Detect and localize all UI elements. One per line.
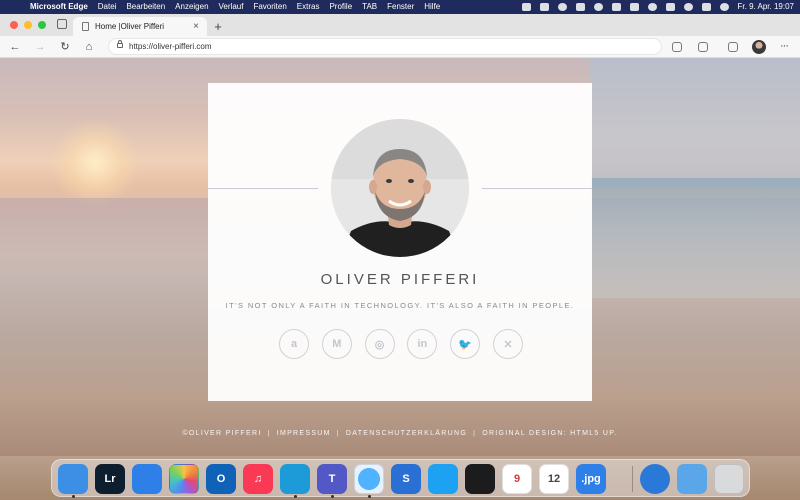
menu-hilfe[interactable]: Hilfe <box>424 0 440 14</box>
user-icon[interactable] <box>665 3 675 11</box>
dock-outlook-icon[interactable]: O <box>206 464 236 494</box>
menu-bearbeiten[interactable]: Bearbeiten <box>126 0 165 14</box>
twitter-icon[interactable]: 🐦 <box>450 329 481 359</box>
menu-extras[interactable]: Extras <box>297 0 320 14</box>
divider-line <box>208 188 318 189</box>
more-menu-icon[interactable]: ··· <box>776 39 792 55</box>
dock-music-icon[interactable]: ♫ <box>243 464 273 494</box>
profile-tagline: It's not only a faith in technology. It'… <box>225 301 575 310</box>
dock-downloads-icon[interactable] <box>677 464 707 494</box>
footer-design-link[interactable]: ORIGINAL DESIGN: HTML5 UP. <box>482 430 617 437</box>
dock-running-indicator <box>331 495 334 498</box>
dock-running-indicator <box>72 495 75 498</box>
dock-tes-icon[interactable] <box>465 464 495 494</box>
menu-verlauf[interactable]: Verlauf <box>219 0 244 14</box>
status-app-icon[interactable] <box>611 3 621 11</box>
profile-name: OLIVER PIFFERI <box>320 271 480 288</box>
xing-icon[interactable]: ✕ <box>492 329 523 359</box>
dock-globe-icon[interactable] <box>640 464 670 494</box>
browser-toolbar: ← → ↻ ⌂ https://oliver-pifferi.com ··· <box>0 36 800 58</box>
add-favorite-icon[interactable] <box>672 42 682 52</box>
dock-photos-icon[interactable] <box>169 464 199 494</box>
menu-clock[interactable]: Fr. 9. Apr. 19:07 <box>738 0 794 14</box>
address-url[interactable]: https://oliver-pifferi.com <box>129 39 212 54</box>
dock-teams-icon[interactable]: T <box>317 464 347 494</box>
footer-impressum-link[interactable]: IMPRESSUM <box>277 430 331 437</box>
footer-datenschutz-link[interactable]: DATENSCHUTZERKLÄRUNG <box>346 430 467 437</box>
dock-edge-icon[interactable] <box>280 464 310 494</box>
page-icon <box>82 22 89 31</box>
clock-icon[interactable] <box>647 3 657 11</box>
profile-photo <box>331 119 469 257</box>
dock-running-indicator <box>368 495 371 498</box>
desktop-bottom: Lr O ♫ T S 9 12 .jpg <box>0 456 800 500</box>
profile-avatar[interactable] <box>752 40 766 54</box>
divider-line <box>482 188 592 189</box>
dock-lightroom-icon[interactable]: Lr <box>95 464 125 494</box>
window-controls <box>10 21 46 29</box>
forward-icon[interactable]: → <box>32 39 48 55</box>
menu-profile[interactable]: Profile <box>329 0 352 14</box>
tab-strip: Home |Oliver Pifferi × + <box>0 14 800 36</box>
dock-bookmarks-icon[interactable] <box>132 464 162 494</box>
dock-running-indicator <box>294 495 297 498</box>
menu-app-name[interactable]: Microsoft Edge <box>30 0 88 14</box>
instagram-icon[interactable]: ◎ <box>364 329 395 359</box>
back-icon[interactable]: ← <box>7 39 23 55</box>
page-footer: ©OLIVER PIFFERI | IMPRESSUM | DATENSCHUTZERK… <box>182 430 618 437</box>
menu-tab[interactable]: TAB <box>362 0 377 14</box>
page-viewport: OLIVER PIFFERI It's not only a faith in … <box>0 58 800 456</box>
background-sky <box>590 58 800 188</box>
dock-trash-icon[interactable] <box>714 464 744 494</box>
menu-datei[interactable]: Datei <box>98 0 117 14</box>
menu-bar: Microsoft Edge Datei Bearbeiten Anzeigen… <box>0 0 800 14</box>
menu-fenster[interactable]: Fenster <box>387 0 414 14</box>
lock-icon[interactable] <box>117 40 123 48</box>
fullscreen-window-button[interactable] <box>38 21 46 29</box>
background-sea-right <box>590 178 800 298</box>
dock-jpg-icon[interactable]: .jpg <box>576 464 606 494</box>
dock-finder-icon[interactable] <box>58 464 88 494</box>
linkedin-icon[interactable]: in <box>407 329 438 359</box>
tab-title: Home |Oliver Pifferi <box>95 22 165 31</box>
close-tab-icon[interactable]: × <box>193 17 199 36</box>
dock-scrivener-icon[interactable]: S <box>391 464 421 494</box>
status-app-icon[interactable] <box>557 3 567 11</box>
active-tab[interactable]: Home |Oliver Pifferi × <box>73 17 207 36</box>
dock-divider <box>632 466 633 492</box>
dock-twitter-icon[interactable] <box>428 464 458 494</box>
new-tab-button[interactable]: + <box>211 17 225 36</box>
reload-icon[interactable]: ↻ <box>57 39 73 55</box>
battery-icon[interactable] <box>629 3 639 11</box>
shield-icon[interactable] <box>575 3 585 11</box>
tab-actions-icon[interactable] <box>57 19 67 29</box>
control-center-icon[interactable] <box>701 3 711 11</box>
extension-icon[interactable] <box>698 42 708 52</box>
cloud-icon[interactable] <box>593 3 603 11</box>
profile-card: OLIVER PIFFERI It's not only a faith in … <box>208 83 592 401</box>
siri-icon[interactable] <box>719 3 729 11</box>
minimize-window-button[interactable] <box>24 21 32 29</box>
status-app-icon[interactable] <box>521 3 531 11</box>
dock-safari-icon[interactable] <box>354 464 384 494</box>
search-icon[interactable] <box>683 3 693 11</box>
dock: Lr O ♫ T S 9 12 .jpg <box>51 459 750 498</box>
amazon-icon[interactable]: a <box>279 329 309 359</box>
dock-numbers-12-icon[interactable]: 12 <box>539 464 569 494</box>
menu-anzeigen[interactable]: Anzeigen <box>175 0 208 14</box>
social-links: a M ◎ in 🐦 ✕ <box>279 329 523 361</box>
footer-copyright: ©OLIVER PIFFERI <box>182 430 262 437</box>
status-app-icon[interactable] <box>539 3 549 11</box>
dock-pages-9-icon[interactable]: 9 <box>502 464 532 494</box>
background-sun <box>50 118 140 208</box>
medium-icon[interactable]: M <box>321 329 352 359</box>
home-icon[interactable]: ⌂ <box>81 39 97 55</box>
close-window-button[interactable] <box>10 21 18 29</box>
address-bar[interactable]: https://oliver-pifferi.com <box>108 38 662 55</box>
menu-favoriten[interactable]: Favoriten <box>253 0 286 14</box>
favorites-icon[interactable] <box>728 42 738 52</box>
menu-status-area: Fr. 9. Apr. 19:07 <box>521 0 794 14</box>
